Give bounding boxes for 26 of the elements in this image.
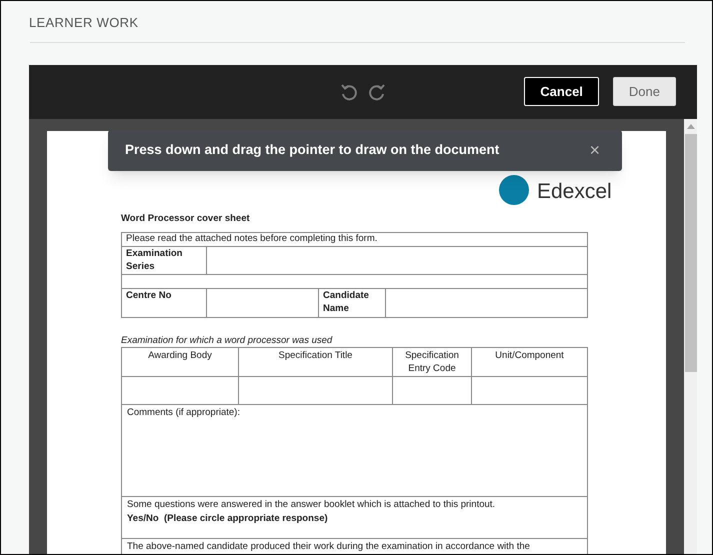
logo-text: Edexcel — [537, 180, 612, 202]
undo-icon[interactable] — [340, 82, 358, 102]
toast-message: Press down and drag the pointer to draw on the document — [125, 140, 500, 159]
column-header: Specification Entry Code — [405, 350, 459, 374]
form-note: The above-named candidate produced their work during the examination in accordance with the — [127, 540, 530, 552]
form-note: Some questions were answered in the answer booklet which is attached to this printout. — [127, 498, 496, 512]
form-note: Yes/No (Please circle appropriate response) — [127, 512, 328, 526]
scroll-up-icon[interactable] — [687, 124, 695, 128]
field-label: Candidate Name — [323, 290, 369, 314]
field-label: Comments (if appropriate): — [127, 406, 240, 418]
field-label: Centre No — [126, 290, 172, 301]
column-header: Specification Title — [278, 350, 352, 361]
scrollbar[interactable] — [684, 118, 697, 554]
form-notice: Please read the attached notes before completing this form. — [126, 233, 378, 244]
close-button[interactable]: × — [589, 141, 600, 159]
section-caption: Examination for which a word processor was used — [121, 334, 332, 347]
done-button[interactable]: Done — [612, 77, 676, 106]
column-header: Unit/Component — [495, 350, 564, 361]
page-title: LEARNER WORK — [29, 14, 138, 32]
scrollbar-thumb[interactable] — [685, 134, 697, 372]
column-header: Awarding Body — [148, 350, 212, 361]
document-title: Word Processor cover sheet — [121, 212, 250, 226]
field-label: Examination Series — [126, 248, 182, 272]
redo-icon[interactable] — [368, 82, 386, 102]
logo-icon — [499, 174, 529, 204]
cancel-button[interactable]: Cancel — [524, 77, 599, 106]
